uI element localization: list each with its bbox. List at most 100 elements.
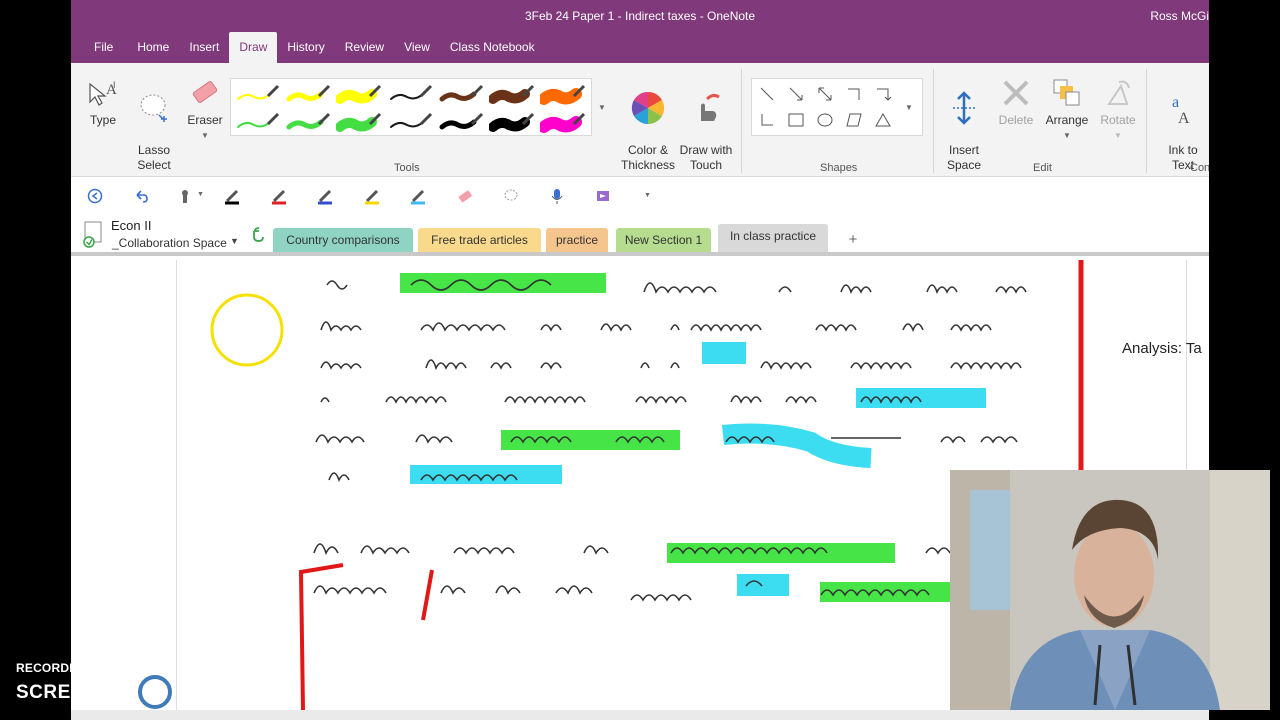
delete-x-icon — [993, 73, 1039, 113]
arrow-shape-icon[interactable] — [787, 85, 805, 103]
rotate-label: Rotate — [1100, 113, 1136, 127]
quick-pen-icon[interactable] — [223, 187, 241, 205]
notebook-dropdown-icon[interactable]: ▼ — [230, 236, 239, 246]
pen-swatch[interactable] — [335, 110, 383, 136]
tab-review[interactable]: Review — [335, 32, 394, 63]
add-section-button[interactable]: + — [833, 228, 873, 252]
draw-with-touch-button[interactable]: Draw with Touch — [675, 73, 737, 188]
touch-mode-icon[interactable] — [177, 187, 195, 205]
section-tab-new-section-1[interactable]: New Section 1 — [616, 228, 711, 252]
section-tab-free-trade-articles[interactable]: Free trade articles — [418, 228, 541, 252]
quick-pen-icon[interactable] — [270, 187, 288, 205]
pen-swatch[interactable] — [538, 82, 587, 108]
ribbon-separator — [1146, 69, 1147, 173]
back-icon[interactable] — [86, 187, 104, 205]
color-thickness-label: Color & Thickness — [620, 143, 676, 172]
corner-arrow-shape-icon[interactable] — [874, 85, 892, 103]
type-button[interactable]: AI Type — [85, 73, 121, 128]
svg-text:I: I — [113, 80, 116, 90]
tab-file[interactable]: File — [71, 32, 127, 63]
eraser-label: Eraser — [187, 113, 223, 127]
convert-group-label: Con — [1190, 162, 1209, 174]
corner-line-shape-icon[interactable] — [845, 85, 863, 103]
insert-space-icon — [941, 88, 987, 128]
triangle-shape-icon[interactable] — [874, 111, 892, 129]
delete-button[interactable]: Delete — [993, 73, 1039, 128]
rotate-button[interactable]: Rotate ▼ — [1095, 73, 1141, 143]
quick-pen-icon[interactable] — [316, 187, 334, 205]
svg-text:a: a — [1172, 94, 1179, 111]
undo-icon[interactable] — [132, 187, 150, 205]
sync-icon[interactable] — [251, 227, 265, 243]
section-tab-in-class-practice[interactable]: In class practice — [718, 224, 828, 252]
notebook-name[interactable]: Econ II — [111, 218, 151, 233]
tab-insert[interactable]: Insert — [179, 32, 229, 63]
rectangle-shape-icon[interactable] — [787, 111, 805, 129]
pen-swatch[interactable] — [438, 110, 485, 136]
quick-lasso-icon[interactable] — [502, 187, 520, 205]
pen-swatch[interactable] — [538, 110, 587, 136]
pen-swatch[interactable] — [387, 110, 434, 136]
shapes-group-label: Shapes — [820, 162, 858, 174]
edit-group-label: Edit — [1033, 162, 1052, 174]
horizontal-scrollbar[interactable] — [71, 710, 1209, 720]
touch-hand-icon — [675, 88, 737, 128]
lasso-select-button[interactable]: Lasso Select — [133, 73, 175, 188]
quick-pen-icon[interactable] — [363, 187, 381, 205]
ellipse-shape-icon[interactable] — [816, 111, 834, 129]
highlight-blue — [702, 342, 746, 364]
pen-gallery — [230, 78, 592, 136]
pen-swatch[interactable] — [387, 82, 434, 108]
insert-space-button[interactable]: Insert Space — [941, 73, 987, 188]
presenter-video — [950, 470, 1270, 710]
shapes-gallery — [751, 78, 923, 136]
pen-swatch[interactable] — [488, 82, 536, 108]
pen-swatch[interactable] — [234, 110, 281, 136]
double-arrow-shape-icon[interactable] — [816, 85, 834, 103]
tools-group-label: Tools — [394, 162, 420, 174]
section-tab-practice[interactable]: practice — [546, 228, 608, 252]
tab-history[interactable]: History — [277, 32, 334, 63]
highlight-green — [820, 582, 950, 602]
pen-swatch[interactable] — [438, 82, 485, 108]
ink-replay-icon[interactable] — [594, 187, 612, 205]
user-name[interactable]: Ross McGi — [1150, 9, 1209, 23]
tab-view[interactable]: View — [394, 32, 440, 63]
tab-draw[interactable]: Draw — [229, 32, 278, 63]
arrange-dropdown-icon[interactable]: ▼ — [1041, 128, 1093, 143]
eraser-icon — [183, 73, 227, 113]
rotate-dropdown-icon[interactable]: ▼ — [1095, 128, 1141, 143]
notebook-icon[interactable] — [83, 220, 105, 248]
pen-swatch[interactable] — [234, 82, 281, 108]
matic-label: MATIC — [176, 682, 238, 703]
section-group-name[interactable]: _Collaboration Space — [112, 236, 227, 250]
corner-arrows-shape-icon[interactable] — [758, 111, 776, 129]
section-tab-country-comparisons[interactable]: Country comparisons — [273, 228, 413, 252]
eraser-button[interactable]: Eraser ▼ — [183, 73, 227, 143]
quick-eraser-icon[interactable] — [456, 187, 474, 205]
lasso-icon — [133, 88, 175, 128]
parallelogram-shape-icon[interactable] — [845, 111, 863, 129]
quick-access-toolbar: ▼ ▼ — [71, 178, 1209, 214]
red-ink-mark — [421, 569, 434, 621]
arrange-button[interactable]: Arrange ▼ — [1041, 73, 1093, 143]
arrange-label: Arrange — [1045, 113, 1089, 127]
lasso-select-label: Lasso Select — [137, 143, 171, 172]
pen-swatch[interactable] — [335, 82, 383, 108]
customize-toolbar-icon[interactable]: ▼ — [644, 192, 651, 199]
cursor-highlight-circle — [210, 293, 284, 367]
shapes-more-icon[interactable]: ▼ — [905, 103, 913, 112]
pen-gallery-more-icon[interactable]: ▼ — [598, 103, 606, 112]
microphone-icon[interactable] — [548, 187, 566, 205]
pen-swatch[interactable] — [285, 110, 332, 136]
pen-swatch[interactable] — [488, 110, 536, 136]
eraser-dropdown-icon[interactable]: ▼ — [183, 128, 227, 143]
line-shape-icon[interactable] — [758, 85, 776, 103]
tab-home[interactable]: Home — [127, 32, 179, 63]
pen-swatch[interactable] — [285, 82, 332, 108]
touch-mode-dropdown-icon[interactable]: ▼ — [197, 191, 204, 198]
rotate-icon — [1095, 73, 1141, 113]
tab-class-notebook[interactable]: Class Notebook — [440, 32, 545, 63]
quick-pen-icon[interactable] — [409, 187, 427, 205]
color-thickness-button[interactable]: Color & Thickness — [619, 73, 677, 188]
